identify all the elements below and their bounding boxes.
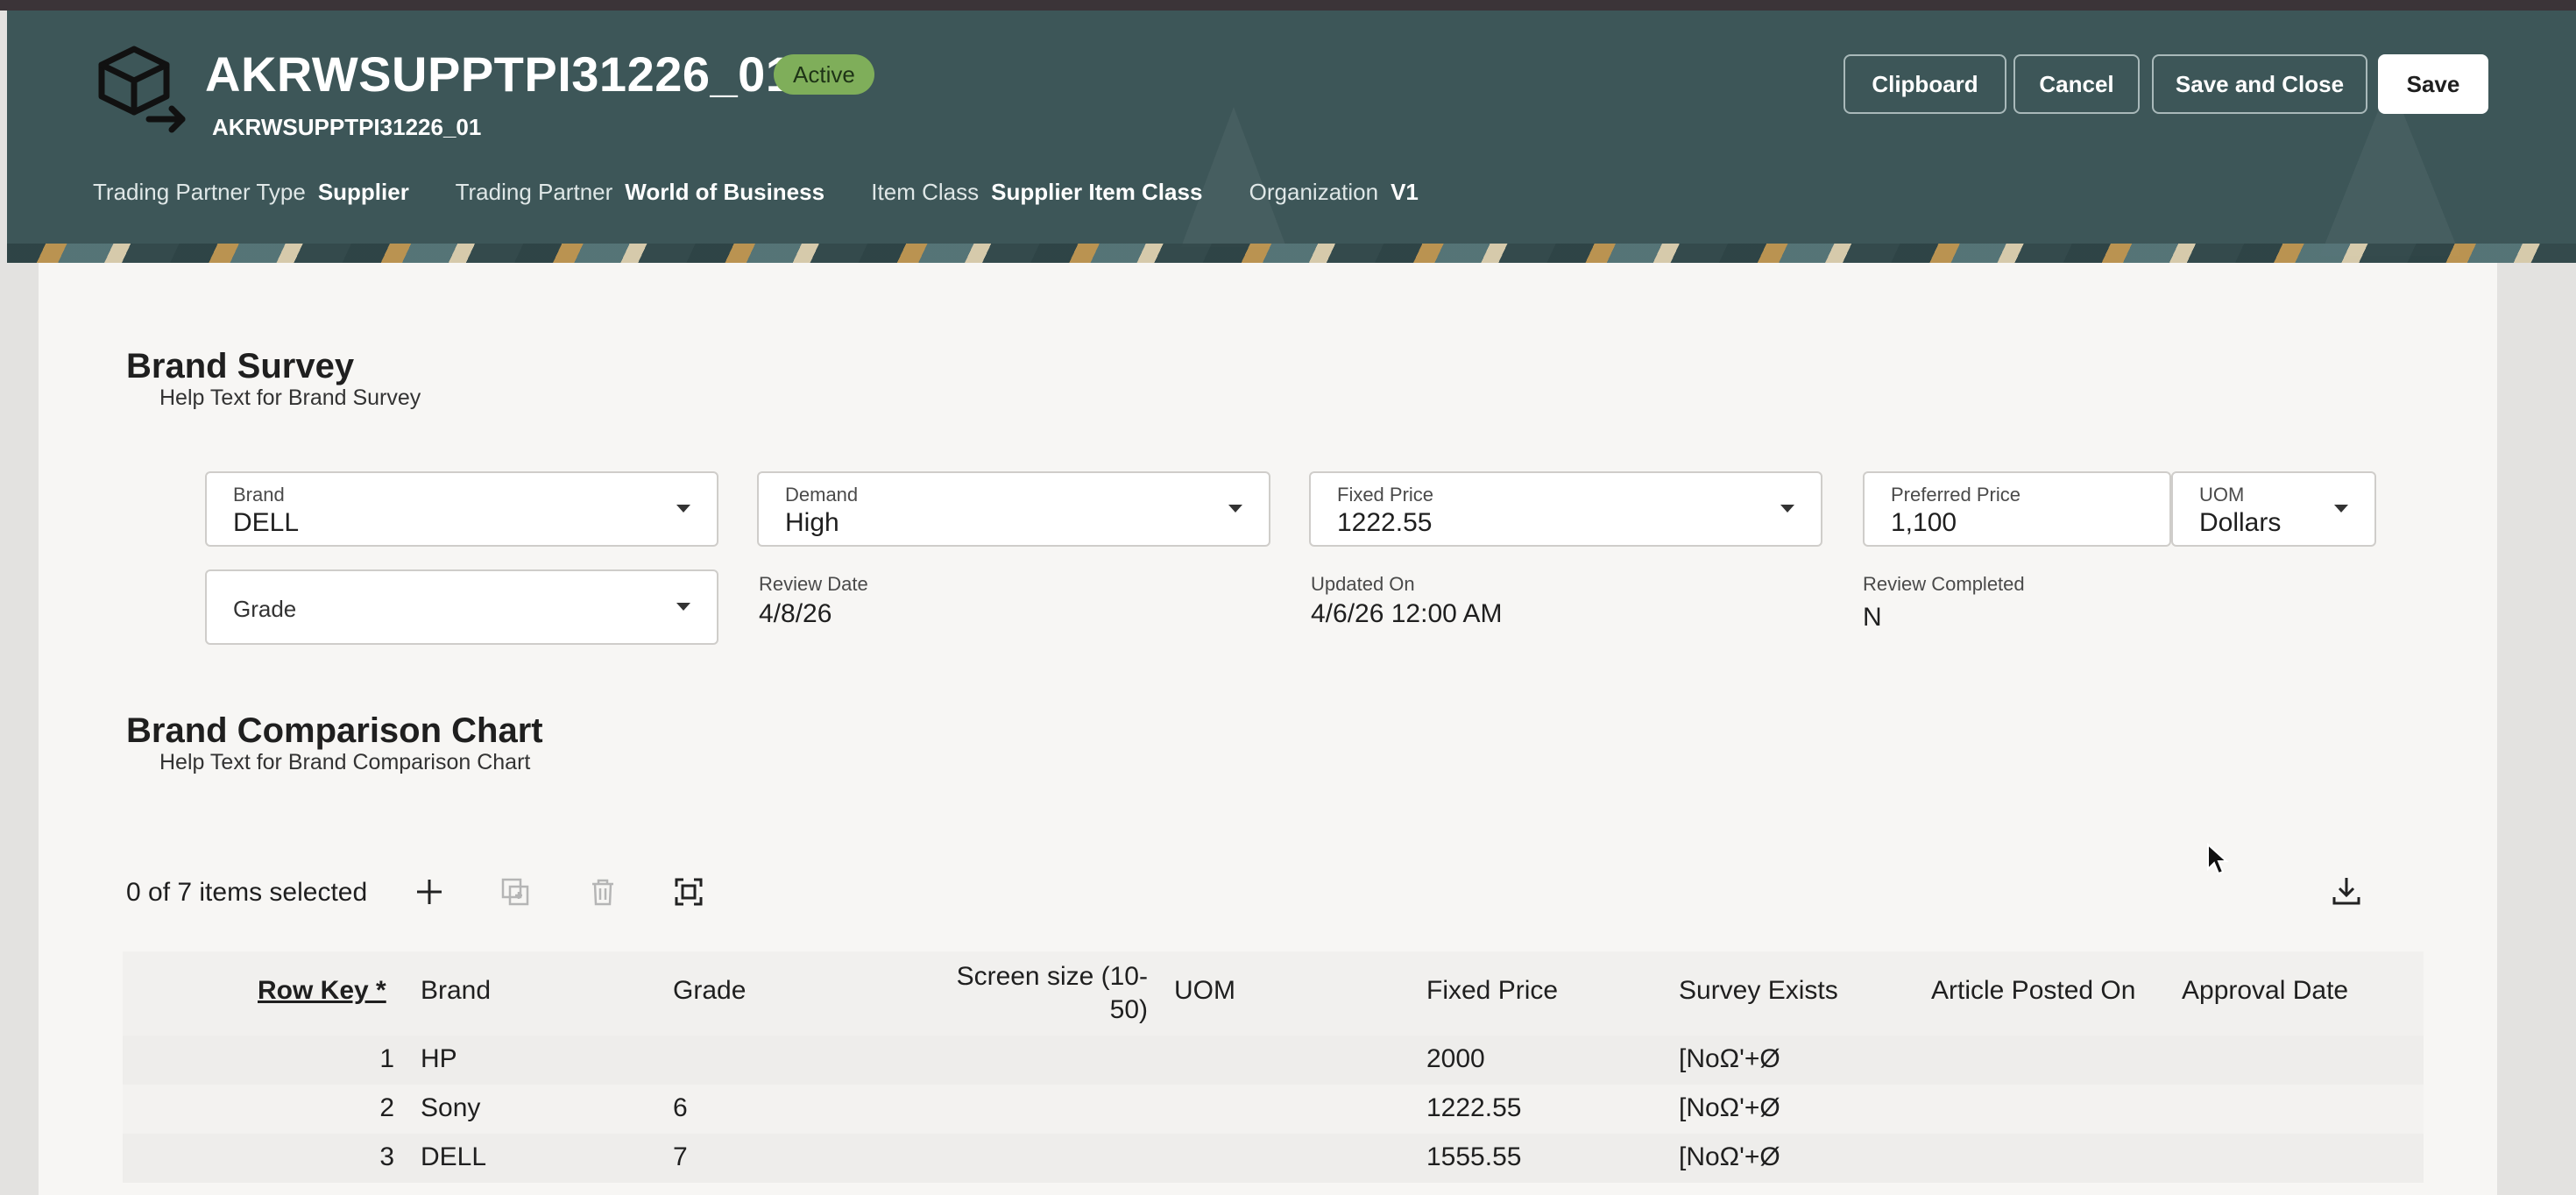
header-decoration [1181,107,1286,247]
grade-placeholder: Grade [233,596,297,622]
chevron-down-icon[interactable] [676,603,690,611]
mouse-cursor-icon [2207,843,2229,875]
column-header-article-posted-on[interactable]: Article Posted On [1931,976,2135,1006]
meta-value-trading-partner-type: Supplier [317,179,409,205]
column-header-uom[interactable]: UOM [1174,976,1235,1006]
page-subtitle: AKRWSUPPTPI31226_01 [212,114,482,140]
preferred-price-input[interactable]: Preferred Price 1,100 [1863,471,2171,547]
cell-grade: 7 [673,1142,688,1171]
brand-select-value: DELL [233,508,300,537]
cancel-button[interactable]: Cancel [2013,54,2140,114]
uom-label: UOM [2199,484,2245,506]
meta-label-item-class: Item Class [871,179,980,205]
review-completed-value: N [1863,603,1882,632]
fixed-price-label: Fixed Price [1337,484,1434,506]
page-header: AKRWSUPPTPI31226_01 Active AKRWSUPPTPI31… [7,11,2576,263]
meta-value-item-class: Supplier Item Class [991,179,1203,205]
preferred-price-label: Preferred Price [1891,484,2020,506]
meta-value-trading-partner: World of Business [625,179,825,205]
header-pattern-band [7,244,2576,263]
window-top-strip [0,0,2576,11]
save-button[interactable]: Save [2378,54,2488,114]
table-row[interactable]: 1 HP 2000 [NoΩ'+Ø [123,1036,2424,1085]
cell-fixed-price: 1222.55 [1426,1093,1522,1122]
chevron-down-icon[interactable] [2334,505,2348,513]
table-row[interactable]: 2 Sony 6 1222.55 [NoΩ'+Ø [123,1085,2424,1134]
status-badge: Active [774,54,874,95]
demand-select-label: Demand [785,484,859,506]
cell-brand: Sony [421,1093,481,1122]
column-header-row-key[interactable]: Row Key * [258,976,386,1006]
updated-on-value: 4/6/26 12:00 AM [1311,599,1503,628]
demand-select-value: High [785,508,839,537]
review-date-value: 4/8/26 [759,599,832,628]
selection-count: 0 of 7 items selected [126,878,368,907]
cell-survey-exists: [NoΩ'+Ø [1679,1142,1780,1171]
fit-to-screen-icon[interactable] [673,876,704,908]
brand-survey-help: Help Text for Brand Survey [159,385,421,410]
uom-select[interactable]: UOM Dollars [2171,471,2376,547]
column-header-survey-exists[interactable]: Survey Exists [1679,976,1838,1006]
cell-row-key: 3 [379,1142,394,1171]
column-header-screen-size-line1: Screen size (10- [956,962,1148,991]
review-completed-label: Review Completed [1863,573,2025,595]
brand-select[interactable]: Brand DELL [205,471,718,547]
item-box-icon [98,46,186,133]
updated-on-label: Updated On [1311,573,1415,595]
table-row[interactable]: 3 DELL 7 1555.55 [NoΩ'+Ø [123,1134,2424,1183]
download-icon[interactable] [2331,874,2362,908]
column-header-approval-date[interactable]: Approval Date [2182,976,2348,1006]
cell-brand: HP [421,1044,457,1073]
column-header-brand[interactable]: Brand [421,976,491,1006]
cell-grade: 6 [673,1093,688,1122]
chevron-down-icon[interactable] [1780,505,1794,513]
clipboard-button[interactable]: Clipboard [1844,54,2006,114]
cell-row-key: 2 [379,1093,394,1122]
cell-row-key: 1 [379,1044,394,1073]
brand-survey-title: Brand Survey [126,347,355,385]
uom-value: Dollars [2199,508,2282,537]
cell-brand: DELL [421,1142,487,1171]
chevron-down-icon[interactable] [1228,505,1242,513]
trash-icon[interactable] [587,876,619,908]
header-meta: Trading Partner Type Supplier Trading Par… [93,179,1459,206]
brand-comparison-title: Brand Comparison Chart [126,711,543,750]
meta-label-trading-partner: Trading Partner [455,179,613,205]
grade-select[interactable]: Grade [205,569,718,645]
duplicate-icon[interactable] [499,876,531,908]
preferred-price-value: 1,100 [1891,508,1957,537]
fixed-price-value: 1222.55 [1337,508,1433,537]
cell-survey-exists: [NoΩ'+Ø [1679,1044,1780,1073]
save-and-close-button[interactable]: Save and Close [2152,54,2367,114]
column-header-screen-size[interactable]: Screen size (10- 50) [911,960,1148,1027]
brand-comparison-help: Help Text for Brand Comparison Chart [159,750,531,774]
chevron-down-icon[interactable] [676,505,690,513]
column-header-grade[interactable]: Grade [673,976,746,1006]
column-header-fixed-price[interactable]: Fixed Price [1426,976,1558,1006]
meta-value-organization: V1 [1391,179,1419,205]
cell-fixed-price: 1555.55 [1426,1142,1522,1171]
column-header-screen-size-line2: 50) [1109,995,1148,1024]
cell-fixed-price: 2000 [1426,1044,1485,1073]
meta-label-organization: Organization [1249,179,1379,205]
meta-label-trading-partner-type: Trading Partner Type [93,179,306,205]
fixed-price-select[interactable]: Fixed Price 1222.55 [1309,471,1822,547]
demand-select[interactable]: Demand High [757,471,1270,547]
brand-select-label: Brand [233,484,285,506]
plus-icon[interactable] [414,876,445,908]
review-date-label: Review Date [759,573,868,595]
cell-survey-exists: [NoΩ'+Ø [1679,1093,1780,1122]
page-title: AKRWSUPPTPI31226_01 [205,46,794,102]
